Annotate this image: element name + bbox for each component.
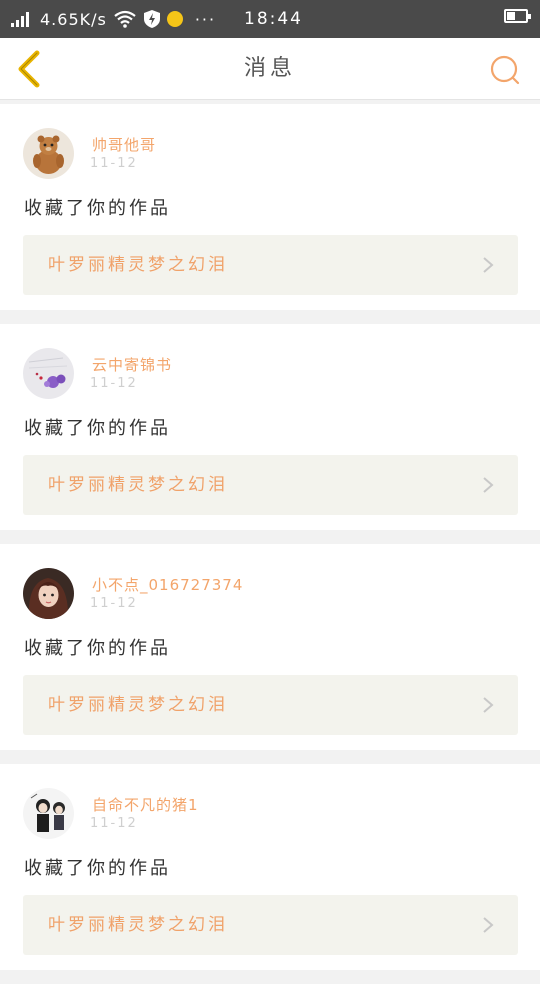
work-title: 叶罗丽精灵梦之幻泪 bbox=[48, 695, 228, 715]
work-link[interactable]: 叶罗丽精灵梦之幻泪 bbox=[23, 895, 518, 955]
message-list: 帅哥他哥 11-12 收藏了你的作品 叶罗丽精灵梦之幻泪 云中寄锦书 11-12… bbox=[0, 104, 540, 984]
message-date: 11-12 bbox=[90, 596, 138, 611]
app-header: 消息 bbox=[0, 38, 540, 100]
message-date: 11-12 bbox=[90, 376, 138, 391]
bear-avatar bbox=[23, 128, 74, 179]
notification-dot-icon bbox=[166, 11, 183, 27]
message-text: 收藏了你的作品 bbox=[24, 198, 171, 219]
search-icon bbox=[490, 55, 520, 85]
wifi-icon bbox=[114, 10, 136, 28]
more-dots-icon: ··· bbox=[194, 9, 217, 29]
work-title: 叶罗丽精灵梦之幻泪 bbox=[48, 255, 228, 275]
chevron-right-icon bbox=[478, 915, 498, 935]
username[interactable]: 小不点_016727374 bbox=[92, 574, 243, 595]
flowers-avatar bbox=[23, 348, 74, 399]
shield-flash-icon bbox=[143, 10, 160, 28]
avatar[interactable] bbox=[23, 348, 74, 399]
message-text: 收藏了你的作品 bbox=[24, 858, 171, 879]
page-title: 消息 bbox=[243, 56, 296, 81]
anime-avatar bbox=[23, 788, 74, 839]
girl-avatar bbox=[23, 568, 74, 619]
work-link[interactable]: 叶罗丽精灵梦之幻泪 bbox=[23, 675, 518, 735]
message-date: 11-12 bbox=[90, 156, 138, 171]
status-bar: 4.65K/s ··· 18:44 bbox=[0, 0, 540, 38]
avatar[interactable] bbox=[23, 568, 74, 619]
username[interactable]: 自命不凡的猪1 bbox=[92, 794, 199, 815]
avatar[interactable] bbox=[23, 128, 74, 179]
message-card: 云中寄锦书 11-12 收藏了你的作品 叶罗丽精灵梦之幻泪 bbox=[0, 324, 540, 530]
message-card: 自命不凡的猪1 11-12 收藏了你的作品 叶罗丽精灵梦之幻泪 bbox=[0, 764, 540, 970]
work-link[interactable]: 叶罗丽精灵梦之幻泪 bbox=[23, 235, 518, 295]
chevron-right-icon bbox=[478, 475, 498, 495]
username[interactable]: 帅哥他哥 bbox=[92, 134, 156, 155]
chevron-right-icon bbox=[478, 255, 498, 275]
message-card: 帅哥他哥 11-12 收藏了你的作品 叶罗丽精灵梦之幻泪 bbox=[0, 104, 540, 310]
signal-icon bbox=[11, 12, 29, 27]
chevron-right-icon bbox=[478, 695, 498, 715]
username[interactable]: 云中寄锦书 bbox=[92, 354, 172, 375]
status-time: 18:44 bbox=[244, 9, 303, 29]
message-text: 收藏了你的作品 bbox=[24, 638, 171, 659]
message-text: 收藏了你的作品 bbox=[24, 418, 171, 439]
message-card: 小不点_016727374 11-12 收藏了你的作品 叶罗丽精灵梦之幻泪 bbox=[0, 544, 540, 750]
work-title: 叶罗丽精灵梦之幻泪 bbox=[48, 475, 228, 495]
work-title: 叶罗丽精灵梦之幻泪 bbox=[48, 915, 228, 935]
avatar[interactable] bbox=[23, 788, 74, 839]
search-button[interactable] bbox=[488, 53, 522, 87]
work-link[interactable]: 叶罗丽精灵梦之幻泪 bbox=[23, 455, 518, 515]
network-speed: 4.65K/s bbox=[40, 9, 107, 29]
battery-icon bbox=[504, 9, 531, 23]
message-date: 11-12 bbox=[90, 816, 138, 831]
status-bar-left: 4.65K/s ··· bbox=[10, 0, 216, 38]
